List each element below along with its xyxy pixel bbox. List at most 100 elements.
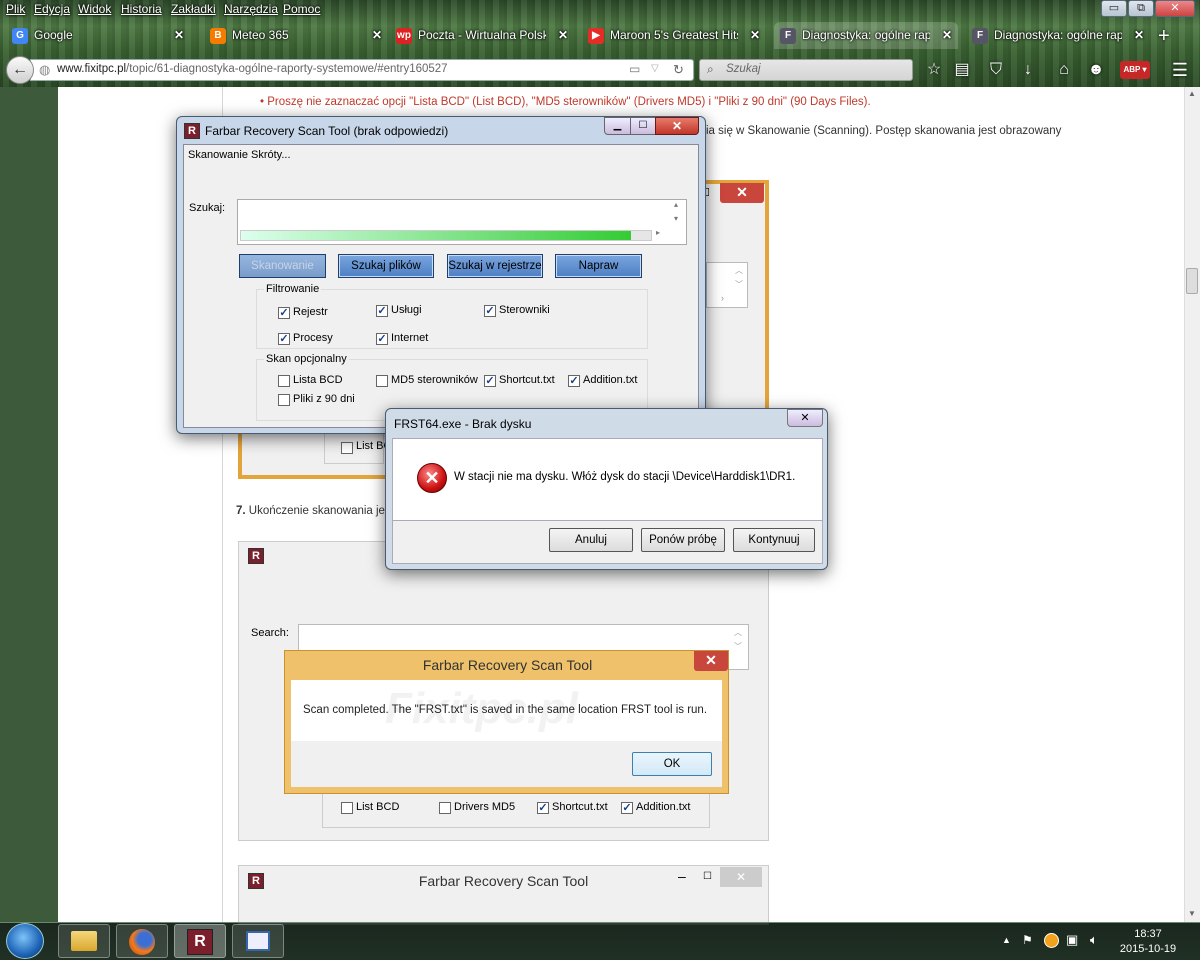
- tab-close-icon[interactable]: ✕: [174, 22, 184, 49]
- address-bar[interactable]: ◍ www.fixitpc.pl/topic/61-diagnostyka-og…: [30, 59, 694, 81]
- optional-shortcuttxt-label: Shortcut.txt: [499, 374, 555, 386]
- tab-1[interactable]: G Google ✕: [6, 22, 190, 49]
- dialog-footer: Anuluj Ponów próbę Kontynuuj: [392, 521, 823, 564]
- filter-usugi-checkbox[interactable]: ✓: [376, 305, 388, 317]
- volume-icon[interactable]: 🔈︎: [1090, 932, 1098, 948]
- reload-icon[interactable]: ↻: [673, 62, 684, 78]
- filter-internet-checkbox[interactable]: ✓: [376, 333, 388, 345]
- tab-2[interactable]: B Meteo 365 ✕: [204, 22, 388, 49]
- filter-rejestr-checkbox[interactable]: ✓: [278, 307, 290, 319]
- tab-favicon-icon: ▶: [588, 28, 604, 44]
- close-icon: ✕: [720, 867, 762, 887]
- hamburger-menu-icon[interactable]: ☰: [1168, 58, 1192, 82]
- close-button[interactable]: ✕: [655, 117, 699, 135]
- ok-button[interactable]: OK: [632, 752, 712, 776]
- page-scrollbar[interactable]: ▲ ▼: [1184, 87, 1200, 922]
- maximize-button[interactable]: ☐: [630, 117, 656, 135]
- retry-button[interactable]: Ponów próbę: [641, 528, 725, 552]
- frst-taskbar-icon[interactable]: R: [174, 924, 226, 958]
- close-icon: ✕: [720, 183, 764, 203]
- frst-window: R Farbar Recovery Scan Tool (brak odpowi…: [176, 116, 706, 434]
- optional-shortcuttxt-checkbox[interactable]: ✓: [484, 375, 496, 387]
- optional-additiontxt-checkbox[interactable]: ✓: [568, 375, 580, 387]
- clock-time[interactable]: 18:37: [1118, 928, 1178, 940]
- tab-label: Diagnostyka: ogólne rapo...: [802, 28, 930, 42]
- results-textarea[interactable]: ▴ ▾ ▸: [237, 199, 687, 245]
- continue-button[interactable]: Kontynuuj: [733, 528, 815, 552]
- tab-close-icon[interactable]: ✕: [372, 22, 382, 49]
- cancel-button[interactable]: Anuluj: [549, 528, 633, 552]
- optional-listabcd-label: Lista BCD: [293, 374, 343, 386]
- search-icon: ⌕: [707, 62, 714, 76]
- close-button[interactable]: ✕: [787, 409, 823, 427]
- optional-plikiz90dni-checkbox[interactable]: [278, 394, 290, 406]
- progress-bar: [240, 230, 652, 241]
- tab-close-icon[interactable]: ✕: [942, 22, 952, 49]
- dialog-message-area: ✕ W stacji nie ma dysku. Włóż dysk do st…: [392, 438, 823, 521]
- optional-listabcd-checkbox[interactable]: [278, 375, 290, 387]
- bookmark-star-icon[interactable]: ☆: [922, 58, 946, 82]
- menu-zakladki[interactable]: Zakładki: [171, 2, 216, 16]
- chat-icon[interactable]: ☻: [1084, 58, 1108, 82]
- filter-procesy-checkbox[interactable]: ✓: [278, 333, 290, 345]
- tab-5[interactable]: F Diagnostyka: ogólne rapo... ✕: [774, 22, 958, 49]
- close-window-button[interactable]: ✕: [1155, 0, 1195, 17]
- back-button[interactable]: ←: [6, 56, 34, 84]
- popup-message-area: Fixitpc.pl Scan completed. The "FRST.txt…: [291, 680, 722, 741]
- shot-option-1-checkbox[interactable]: [439, 802, 451, 814]
- bookmarks-list-icon[interactable]: ▤: [950, 58, 974, 82]
- network-icon[interactable]: ▣: [1066, 932, 1078, 948]
- optional-md5sterownikw-checkbox[interactable]: [376, 375, 388, 387]
- menu-widok[interactable]: Widok: [78, 2, 111, 16]
- home-icon[interactable]: ⌂: [1052, 58, 1076, 82]
- shot-option-1-label: Drivers MD5: [454, 801, 516, 813]
- menu-historia[interactable]: Historia: [121, 2, 162, 16]
- update-icon[interactable]: [1044, 933, 1059, 948]
- new-tab-button[interactable]: +: [1158, 25, 1170, 48]
- pocket-icon[interactable]: ⛉: [984, 58, 1008, 82]
- menu-plik[interactable]: Plik: [6, 2, 25, 16]
- shot-option-2-checkbox[interactable]: ✓: [537, 802, 549, 814]
- scan-button[interactable]: Skanowanie: [239, 254, 326, 278]
- dropdown-icon[interactable]: ▽: [651, 63, 659, 74]
- firefox-taskbar-icon[interactable]: [116, 924, 168, 958]
- tab-6[interactable]: F Diagnostyka: ogólne rapo... ✕: [966, 22, 1150, 49]
- start-button[interactable]: [6, 923, 44, 959]
- filter-sterowniki-checkbox[interactable]: ✓: [484, 305, 496, 317]
- search-box[interactable]: ⌕ Szukaj: [699, 59, 913, 81]
- minimize-button[interactable]: ▭: [1101, 0, 1127, 17]
- window-taskbar-icon[interactable]: [232, 924, 284, 958]
- tab-3[interactable]: wp Poczta - Wirtualna Polska ✕: [390, 22, 574, 49]
- menu-edycja[interactable]: Edycja: [34, 2, 70, 16]
- error-icon: ✕: [417, 463, 447, 493]
- shot-option-0-checkbox[interactable]: [341, 802, 353, 814]
- optional-additiontxt-label: Addition.txt: [583, 374, 638, 386]
- explorer-taskbar-icon[interactable]: [58, 924, 110, 958]
- minimize-button[interactable]: ▁: [604, 117, 631, 135]
- menu-narzedzia[interactable]: Narzędzia: [224, 2, 278, 16]
- reader-icon[interactable]: ▭: [629, 62, 640, 76]
- tab-close-icon[interactable]: ✕: [1134, 22, 1144, 49]
- shot-option-3-checkbox[interactable]: ✓: [621, 802, 633, 814]
- screenshot-textarea: ︿ ﹀ ›: [706, 262, 748, 308]
- menu-pomoc[interactable]: Pomoc: [283, 2, 320, 16]
- search-files-button[interactable]: Szukaj plików: [338, 254, 434, 278]
- show-hidden-icons-icon[interactable]: ▲: [1002, 935, 1011, 945]
- bottom-shot-title: Farbar Recovery Scan Tool: [418, 873, 589, 889]
- restore-button[interactable]: ⧉: [1128, 0, 1154, 17]
- action-center-flag-icon[interactable]: ⚑: [1022, 933, 1033, 947]
- adblock-icon[interactable]: ABP ▾: [1120, 61, 1150, 79]
- step-7-text: 7. Ukończenie skanowania jes: [236, 505, 391, 517]
- scrollbar-thumb[interactable]: [1186, 268, 1198, 294]
- clock-date[interactable]: 2015-10-19: [1116, 943, 1180, 955]
- frst-client-area: Skanowanie Skróty... Szukaj: ▴ ▾ ▸ Skano…: [183, 144, 699, 428]
- search-registry-button[interactable]: Szukaj w rejestrze: [447, 254, 543, 278]
- maximize-icon: ☐: [703, 871, 712, 882]
- tab-close-icon[interactable]: ✕: [750, 22, 760, 49]
- tab-4[interactable]: ▶ Maroon 5's Greatest Hits |... ✕: [582, 22, 766, 49]
- fix-button[interactable]: Napraw: [555, 254, 642, 278]
- dialog-title: FRST64.exe - Brak dysku: [394, 417, 532, 431]
- tab-favicon-icon: G: [12, 28, 28, 44]
- download-icon[interactable]: ↓: [1016, 58, 1040, 82]
- tab-close-icon[interactable]: ✕: [558, 22, 568, 49]
